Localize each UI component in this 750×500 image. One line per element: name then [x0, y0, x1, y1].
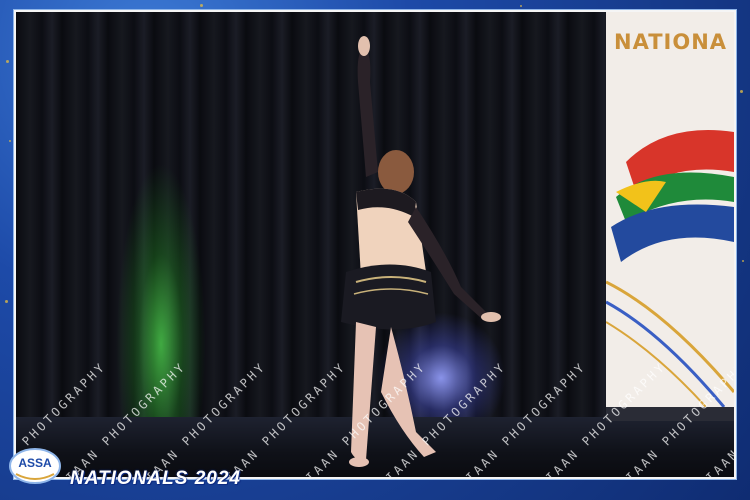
frame-speck [6, 60, 9, 63]
frame-speck [740, 90, 743, 93]
banner-stand [606, 407, 734, 421]
logo-text: ASSA [18, 456, 52, 470]
frame-speck [520, 5, 522, 7]
stage-photo: NATIONA WIAAN PHOTOGRAPHY WIAAN PHOTOGRA… [16, 12, 734, 477]
frame-speck [5, 300, 8, 303]
frame-speck [200, 4, 203, 7]
flag-graphic [606, 130, 734, 407]
event-title: NATIONALS 2024 [70, 468, 241, 489]
photo-frame: NATIONA WIAAN PHOTOGRAPHY WIAAN PHOTOGRA… [0, 0, 750, 500]
nationals-banner: NATIONA [606, 12, 734, 407]
green-stage-light [116, 162, 206, 422]
assa-logo: ASSA [8, 446, 62, 486]
dancer-figure [341, 36, 501, 467]
frame-speck [9, 140, 11, 142]
frame-speck [742, 260, 744, 262]
